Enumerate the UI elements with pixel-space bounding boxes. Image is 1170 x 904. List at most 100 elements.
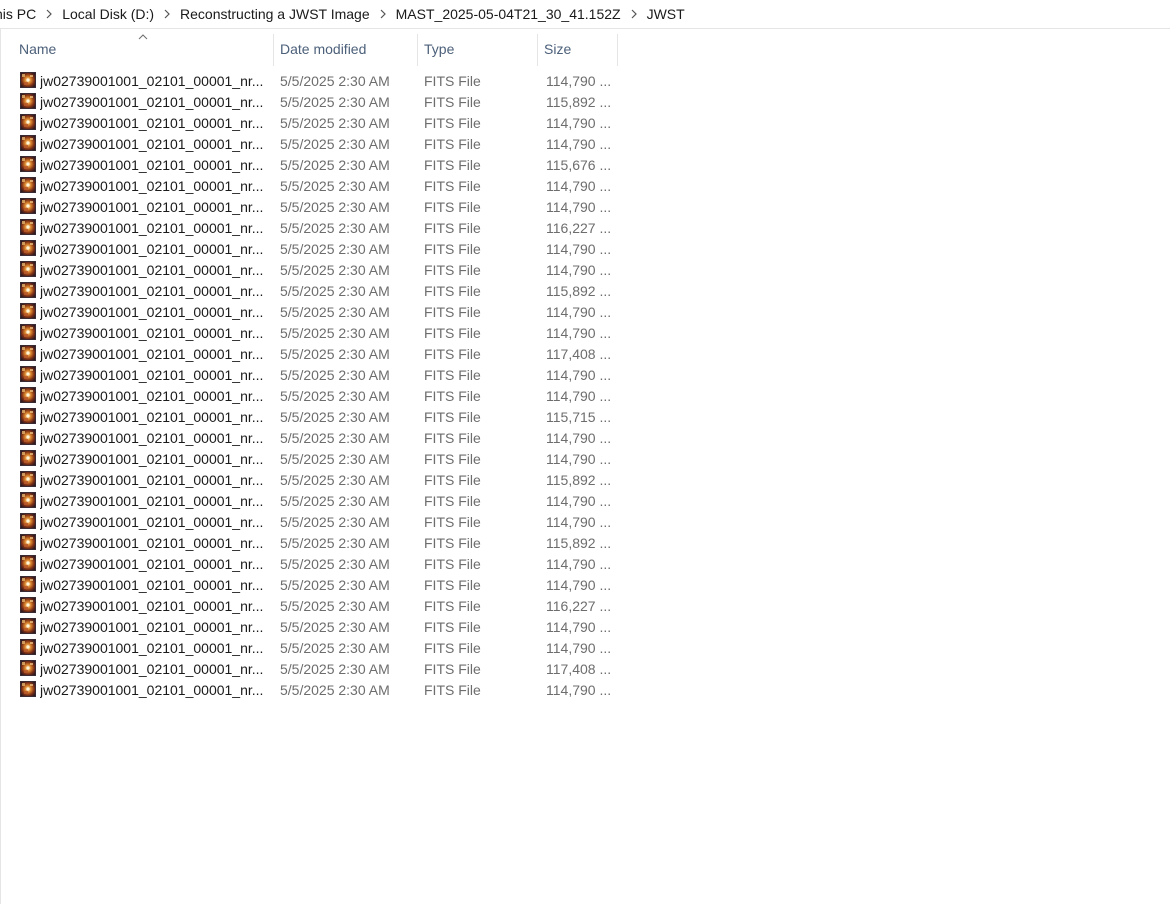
column-resize-handle[interactable]	[617, 34, 618, 66]
file-list: jw02739001001_02101_00001_nr... 5/5/2025 …	[0, 71, 1170, 701]
file-size: 114,790 ...	[546, 199, 612, 215]
file-row[interactable]: jw02739001001_02101_00001_nr... 5/5/2025 …	[0, 281, 1170, 302]
file-row[interactable]: jw02739001001_02101_00001_nr... 5/5/2025 …	[0, 659, 1170, 680]
file-row[interactable]: jw02739001001_02101_00001_nr... 5/5/2025 …	[0, 71, 1170, 92]
file-row[interactable]: jw02739001001_02101_00001_nr... 5/5/2025 …	[0, 491, 1170, 512]
file-date-modified: 5/5/2025 2:30 AM	[280, 409, 390, 425]
file-name: jw02739001001_02101_00001_nr...	[40, 388, 264, 404]
file-row[interactable]: jw02739001001_02101_00001_nr... 5/5/2025 …	[0, 134, 1170, 155]
fits-file-icon	[20, 198, 36, 214]
file-type: FITS File	[424, 157, 481, 173]
file-type: FITS File	[424, 199, 481, 215]
file-row[interactable]: jw02739001001_02101_00001_nr... 5/5/2025 …	[0, 302, 1170, 323]
fits-file-icon	[20, 72, 36, 88]
file-row[interactable]: jw02739001001_02101_00001_nr... 5/5/2025 …	[0, 155, 1170, 176]
file-type: FITS File	[424, 115, 481, 131]
file-row[interactable]: jw02739001001_02101_00001_nr... 5/5/2025 …	[0, 554, 1170, 575]
fits-file-icon	[20, 429, 36, 445]
file-row[interactable]: jw02739001001_02101_00001_nr... 5/5/2025 …	[0, 512, 1170, 533]
file-row[interactable]: jw02739001001_02101_00001_nr... 5/5/2025 …	[0, 113, 1170, 134]
file-name: jw02739001001_02101_00001_nr...	[40, 535, 264, 551]
file-size: 115,715 ...	[546, 409, 612, 425]
file-row[interactable]: jw02739001001_02101_00001_nr... 5/5/2025 …	[0, 617, 1170, 638]
file-type: FITS File	[424, 346, 481, 362]
file-row[interactable]: jw02739001001_02101_00001_nr... 5/5/2025 …	[0, 176, 1170, 197]
file-date-modified: 5/5/2025 2:30 AM	[280, 346, 390, 362]
file-type: FITS File	[424, 661, 481, 677]
file-size: 114,790 ...	[546, 430, 612, 446]
file-size: 114,790 ...	[546, 136, 612, 152]
file-row[interactable]: jw02739001001_02101_00001_nr... 5/5/2025 …	[0, 449, 1170, 470]
breadcrumb-local-disk[interactable]: Local Disk (D:)	[60, 6, 156, 22]
file-type: FITS File	[424, 640, 481, 656]
file-date-modified: 5/5/2025 2:30 AM	[280, 514, 390, 530]
file-size: 114,790 ...	[546, 514, 612, 530]
file-type: FITS File	[424, 136, 481, 152]
file-row[interactable]: jw02739001001_02101_00001_nr... 5/5/2025 …	[0, 407, 1170, 428]
fits-file-icon	[20, 114, 36, 130]
file-row[interactable]: jw02739001001_02101_00001_nr... 5/5/2025 …	[0, 596, 1170, 617]
file-row[interactable]: jw02739001001_02101_00001_nr... 5/5/2025 …	[0, 239, 1170, 260]
fits-file-icon	[20, 576, 36, 592]
fits-file-icon	[20, 513, 36, 529]
file-date-modified: 5/5/2025 2:30 AM	[280, 493, 390, 509]
file-type: FITS File	[424, 262, 481, 278]
file-row[interactable]: jw02739001001_02101_00001_nr... 5/5/2025 …	[0, 323, 1170, 344]
chevron-right-icon[interactable]	[623, 0, 645, 28]
file-row[interactable]: jw02739001001_02101_00001_nr... 5/5/2025 …	[0, 386, 1170, 407]
file-row[interactable]: jw02739001001_02101_00001_nr... 5/5/2025 …	[0, 428, 1170, 449]
column-header-size[interactable]: Size	[538, 32, 618, 66]
fits-file-icon	[20, 219, 36, 235]
file-date-modified: 5/5/2025 2:30 AM	[280, 472, 390, 488]
file-row[interactable]: jw02739001001_02101_00001_nr... 5/5/2025 …	[0, 575, 1170, 596]
file-name: jw02739001001_02101_00001_nr...	[40, 619, 264, 635]
file-type: FITS File	[424, 241, 481, 257]
file-type: FITS File	[424, 283, 481, 299]
fits-file-icon	[20, 618, 36, 634]
fits-file-icon	[20, 660, 36, 676]
file-row[interactable]: jw02739001001_02101_00001_nr... 5/5/2025 …	[0, 470, 1170, 491]
file-size: 117,408 ...	[546, 346, 612, 362]
file-row[interactable]: jw02739001001_02101_00001_nr... 5/5/2025 …	[0, 344, 1170, 365]
fits-file-icon	[20, 93, 36, 109]
file-row[interactable]: jw02739001001_02101_00001_nr... 5/5/2025 …	[0, 218, 1170, 239]
file-date-modified: 5/5/2025 2:30 AM	[280, 661, 390, 677]
file-date-modified: 5/5/2025 2:30 AM	[280, 220, 390, 236]
file-type: FITS File	[424, 304, 481, 320]
breadcrumb-mast-folder[interactable]: MAST_2025-05-04T21_30_41.152Z	[394, 6, 623, 22]
file-date-modified: 5/5/2025 2:30 AM	[280, 682, 390, 698]
file-date-modified: 5/5/2025 2:30 AM	[280, 598, 390, 614]
file-row[interactable]: jw02739001001_02101_00001_nr... 5/5/2025 …	[0, 533, 1170, 554]
file-date-modified: 5/5/2025 2:30 AM	[280, 115, 390, 131]
file-row[interactable]: jw02739001001_02101_00001_nr... 5/5/2025 …	[0, 260, 1170, 281]
file-row[interactable]: jw02739001001_02101_00001_nr... 5/5/2025 …	[0, 638, 1170, 659]
file-date-modified: 5/5/2025 2:30 AM	[280, 577, 390, 593]
file-row[interactable]: jw02739001001_02101_00001_nr... 5/5/2025 …	[0, 365, 1170, 386]
breadcrumb-this-pc[interactable]: his PC	[0, 6, 38, 22]
file-size: 115,892 ...	[546, 94, 612, 110]
file-type: FITS File	[424, 598, 481, 614]
file-type: FITS File	[424, 577, 481, 593]
file-row[interactable]: jw02739001001_02101_00001_nr... 5/5/2025 …	[0, 197, 1170, 218]
file-date-modified: 5/5/2025 2:30 AM	[280, 241, 390, 257]
file-row[interactable]: jw02739001001_02101_00001_nr... 5/5/2025 …	[0, 92, 1170, 113]
file-date-modified: 5/5/2025 2:30 AM	[280, 388, 390, 404]
file-size: 115,892 ...	[546, 535, 612, 551]
chevron-right-icon[interactable]	[372, 0, 394, 28]
column-header-date-modified[interactable]: Date modified	[274, 32, 417, 66]
fits-file-icon	[20, 177, 36, 193]
fits-file-icon	[20, 492, 36, 508]
file-name: jw02739001001_02101_00001_nr...	[40, 682, 264, 698]
file-size: 116,227 ...	[546, 220, 612, 236]
breadcrumb-reconstructing-folder[interactable]: Reconstructing a JWST Image	[178, 6, 372, 22]
column-header-row: Name Date modified Type Size	[0, 32, 1170, 66]
chevron-right-icon[interactable]	[38, 0, 60, 28]
chevron-right-icon[interactable]	[156, 0, 178, 28]
column-header-type[interactable]: Type	[418, 32, 537, 66]
fits-file-icon	[20, 135, 36, 151]
file-row[interactable]: jw02739001001_02101_00001_nr... 5/5/2025 …	[0, 680, 1170, 701]
column-header-name[interactable]: Name	[13, 32, 273, 66]
fits-file-icon	[20, 261, 36, 277]
file-size: 114,790 ...	[546, 304, 612, 320]
breadcrumb-jwst-folder[interactable]: JWST	[645, 6, 687, 22]
